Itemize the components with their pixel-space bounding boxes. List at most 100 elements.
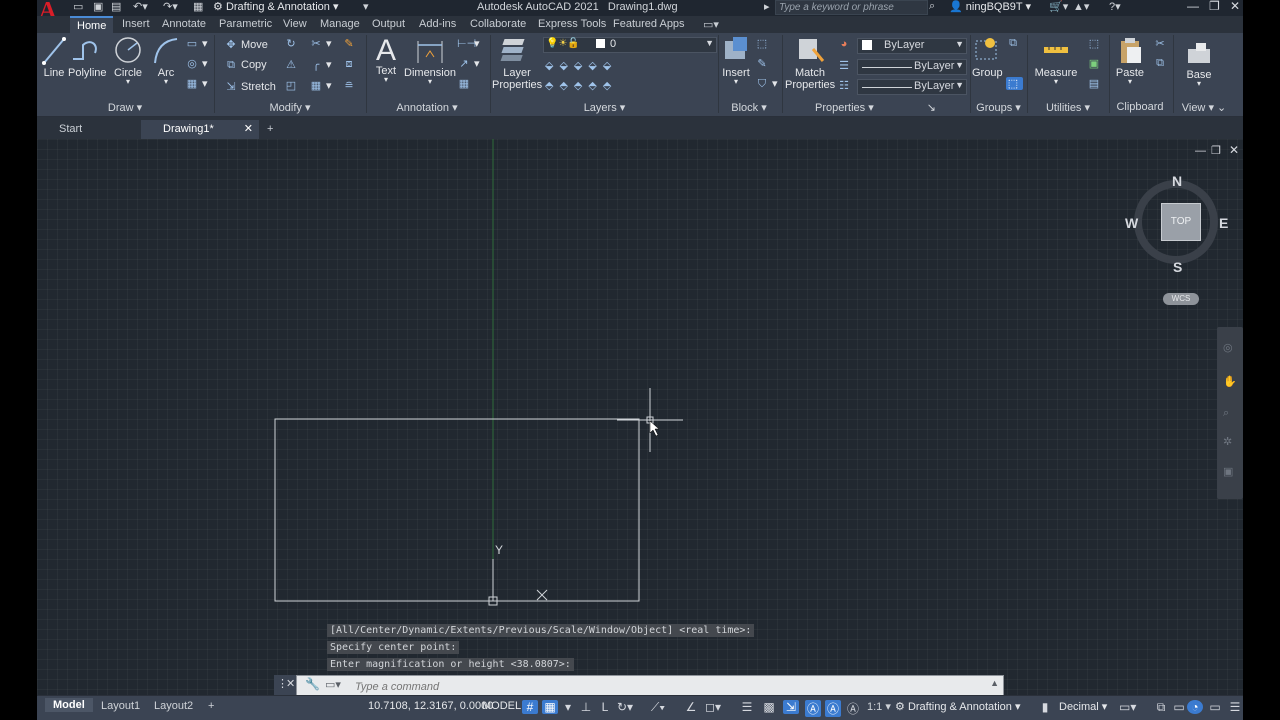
object-snap-icon[interactable]: ◻▾ xyxy=(705,700,721,714)
viewport-close-icon[interactable]: ✕ xyxy=(1229,143,1239,157)
minimize-icon[interactable]: — xyxy=(1187,0,1199,13)
table-icon[interactable]: ▦ xyxy=(457,77,474,90)
linetype-dropdown[interactable]: ByLayer ▼ xyxy=(857,79,967,95)
dimension-button[interactable]: Dimension ▾ xyxy=(403,35,457,86)
wrench-icon[interactable]: 🔧 xyxy=(305,677,320,691)
tab-parametric[interactable]: Parametric xyxy=(219,18,272,30)
tab-manage[interactable]: Manage xyxy=(320,18,360,30)
text-button[interactable]: A Text ▾ xyxy=(370,35,402,84)
annotation-visibility-icon[interactable]: Ⓐ xyxy=(805,700,821,717)
layout-tab-layout2[interactable]: Layout2 xyxy=(154,700,193,712)
tab-home[interactable]: Home xyxy=(70,16,114,33)
array-icon[interactable]: ▦ ▾ xyxy=(309,79,332,92)
file-tab-drawing1[interactable]: Drawing1* ✕ xyxy=(141,120,259,139)
block-panel-title[interactable]: Block ▾ xyxy=(719,101,779,115)
trim-icon[interactable]: ✂ ▾ xyxy=(309,37,331,50)
undo-icon[interactable]: ↶▾ xyxy=(133,0,148,13)
ribbon-display-toggle-icon[interactable]: ▭▾ xyxy=(703,18,719,31)
ortho-icon[interactable]: L xyxy=(597,700,613,714)
coordinate-readout[interactable]: 10.7108, 12.3167, 0.0000 xyxy=(368,700,493,712)
selection-cycling-icon[interactable]: ⇲ xyxy=(783,700,799,714)
annotation-scale-icon[interactable]: Ⓐ xyxy=(845,700,861,717)
quick-access-customize-icon[interactable]: ▾ xyxy=(363,0,369,13)
viewport-restore-icon[interactable]: ❐ xyxy=(1211,144,1221,157)
orbit-icon[interactable]: ✲ xyxy=(1223,435,1232,448)
circle-button[interactable]: Circle ▾ xyxy=(111,35,145,86)
layer-tools-row-2[interactable]: ⬘⬘⬘⬘⬘ xyxy=(545,79,617,92)
groups-panel-title[interactable]: Groups ▾ xyxy=(971,101,1026,115)
move-button[interactable]: ✥ Move xyxy=(224,38,268,51)
layout-tab-model[interactable]: Model xyxy=(45,698,93,712)
utilities-panel-title[interactable]: Utilities ▾ xyxy=(1029,101,1107,115)
close-icon[interactable]: ✕ xyxy=(1230,0,1240,13)
autodesk-app-icon[interactable]: ▲▾ xyxy=(1073,0,1089,13)
arc-button[interactable]: Arc ▾ xyxy=(151,35,181,86)
erase-icon[interactable]: ✎ xyxy=(342,37,359,50)
tab-output[interactable]: Output xyxy=(372,18,405,30)
open-icon[interactable]: ▭ xyxy=(73,0,83,13)
rectangle-entity[interactable] xyxy=(274,418,640,602)
explode-icon[interactable]: ⧈ xyxy=(342,58,359,71)
draw-panel-title[interactable]: Draw ▾ xyxy=(37,101,213,115)
calculator-icon[interactable]: ▤ xyxy=(1087,77,1104,90)
model-space-canvas[interactable]: Y — ❐ ✕ TOP N S E W WCS ◎ ✋ ⌕ ✲ ▣ xyxy=(37,139,1243,695)
polar-tracking-icon[interactable]: ↻▾ xyxy=(617,700,633,714)
quick-properties-icon[interactable]: ▭▾ xyxy=(1119,700,1136,714)
rectangle-icon[interactable]: ▭ ▾ xyxy=(185,37,208,50)
annotation-monitor-icon[interactable]: ▮ xyxy=(1037,700,1053,714)
stretch-button[interactable]: ⇲ Stretch xyxy=(224,80,275,93)
restore-icon[interactable]: ❐ xyxy=(1209,0,1220,13)
line-button[interactable]: Line xyxy=(40,35,68,79)
color-dropdown[interactable]: ByLayer ▼ xyxy=(857,38,967,54)
compass-west[interactable]: W xyxy=(1125,215,1138,231)
color-wheel-icon[interactable]: ◕ xyxy=(837,38,854,50)
model-space-toggle[interactable]: MODEL xyxy=(482,700,521,712)
grid-icon[interactable]: # xyxy=(522,700,538,714)
edit-block-icon[interactable]: ✎ xyxy=(755,57,772,70)
view-panel-title[interactable]: View ▾ ⌄ xyxy=(1174,101,1234,115)
plot-icon[interactable]: ▦ xyxy=(193,0,203,13)
viewcube-top-face[interactable]: TOP xyxy=(1161,203,1201,241)
search-input[interactable]: Type a keyword or phrase xyxy=(775,0,928,15)
properties-panel-title[interactable]: Properties ▾ ↘ xyxy=(783,101,968,115)
viewcube[interactable]: TOP N S E W xyxy=(1125,173,1237,283)
quick-select-icon[interactable]: ⬚ xyxy=(1087,37,1104,50)
compass-south[interactable]: S xyxy=(1173,259,1182,275)
snap-icon[interactable]: ▦ xyxy=(542,700,558,714)
leader-icon[interactable]: ↗ ▾ xyxy=(457,57,479,70)
close-tab-icon[interactable]: ✕ xyxy=(244,120,253,138)
tab-annotate[interactable]: Annotate xyxy=(162,18,206,30)
group-button[interactable]: Group xyxy=(972,35,1003,79)
copy-button[interactable]: ⧉ Copy xyxy=(224,59,267,72)
isolate-objects-icon[interactable]: ▭ xyxy=(1171,700,1187,714)
isodraft-icon[interactable]: ⟋▾ xyxy=(650,700,666,715)
modify-panel-title[interactable]: Modify ▾ xyxy=(215,101,365,115)
close-command-line-icon[interactable]: ✕ xyxy=(286,677,295,690)
command-history-toggle-icon[interactable]: ▲ xyxy=(990,678,999,688)
user-account[interactable]: 👤 ningBQB9T ▾ xyxy=(949,0,1031,13)
workspace-switcher[interactable]: ⚙ Drafting & Annotation ▾ xyxy=(213,0,338,13)
offset-icon[interactable]: ≘ xyxy=(342,79,359,92)
dialog-launcher-icon[interactable]: ↘ xyxy=(927,102,936,114)
create-block-icon[interactable]: ⬚ xyxy=(755,37,772,50)
lineweight-dropdown[interactable]: ByLayer ▼ xyxy=(857,59,967,75)
measure-button[interactable]: Measure ▾ xyxy=(1033,35,1079,86)
base-view-button[interactable]: Base ▾ xyxy=(1179,39,1219,88)
linear-dim-icon[interactable]: ⊢⊣▾ xyxy=(457,37,480,50)
add-layout-icon[interactable]: + xyxy=(208,700,214,712)
command-line-grip[interactable]: ⋮ ✕ xyxy=(274,675,296,695)
match-properties-button[interactable]: Match Properties xyxy=(785,35,835,91)
steering-wheel-icon[interactable]: ◎ xyxy=(1223,341,1233,354)
save-icon[interactable]: ▣ xyxy=(93,0,103,13)
tab-featured-apps[interactable]: Featured Apps xyxy=(613,18,685,30)
auto-scale-icon[interactable]: Ⓐ xyxy=(825,700,841,717)
insert-button[interactable]: Insert ▾ xyxy=(721,35,751,86)
compass-east[interactable]: E xyxy=(1219,215,1228,231)
clean-screen-icon[interactable]: ▭ xyxy=(1207,700,1223,714)
object-snap-tracking-icon[interactable]: ∠ xyxy=(683,700,699,714)
file-tab-start[interactable]: Start xyxy=(37,120,149,139)
ungroup-icon[interactable]: ⧉ xyxy=(1006,37,1023,50)
paste-button[interactable]: Paste ▾ xyxy=(1113,35,1147,86)
infer-constraints-icon[interactable]: ⊥ xyxy=(578,700,594,714)
help-icon[interactable]: ?▾ xyxy=(1109,0,1121,13)
